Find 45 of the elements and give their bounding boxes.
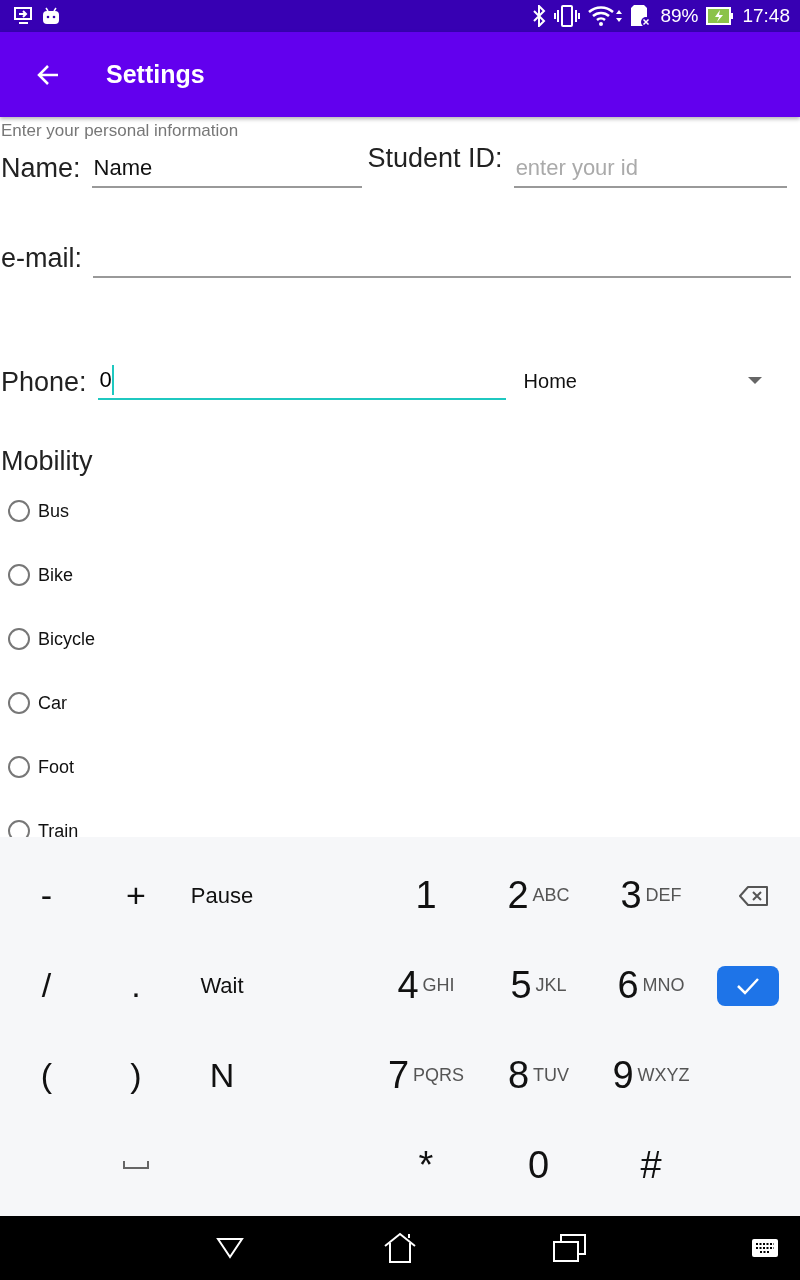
key[interactable]: * [370, 1130, 482, 1201]
key[interactable]: 1 [370, 860, 482, 931]
key[interactable]: Wait [179, 950, 265, 1021]
key[interactable]: # [595, 1130, 707, 1201]
field-label: Name: [1, 153, 81, 184]
cast-icon [14, 7, 34, 25]
key[interactable]: ( [0, 1040, 93, 1111]
key[interactable]: . [93, 950, 179, 1021]
phone-field[interactable]: 0 [97, 362, 506, 400]
check-icon [736, 976, 760, 995]
radio-option[interactable]: Bike [0, 543, 800, 607]
key[interactable]: ) [93, 1040, 179, 1111]
dropdown-arrow-icon [747, 377, 762, 385]
keyboard-button[interactable] [752, 1239, 778, 1257]
section-title: Mobility [1, 446, 93, 477]
wifi-icon [588, 5, 623, 27]
key[interactable]: N [179, 1040, 265, 1111]
student-id-field[interactable]: enter your id [513, 150, 787, 188]
space-icon [123, 1160, 149, 1171]
field-label: Student ID: [367, 143, 503, 174]
key[interactable]: Pause [179, 860, 265, 931]
key[interactable]: 0 [482, 1130, 595, 1201]
key[interactable]: + [93, 860, 179, 931]
backspace-icon [738, 884, 769, 907]
battery-percentage: 89% [660, 5, 699, 27]
recents-button[interactable] [553, 1233, 587, 1263]
radio-option[interactable]: Car [0, 671, 800, 735]
form-hint: Enter your personal information [1, 121, 239, 141]
done-key[interactable] [717, 965, 779, 1006]
battery-charging-icon [706, 7, 735, 25]
name-field[interactable]: Name [91, 150, 362, 188]
key[interactable]: / [0, 950, 93, 1021]
radio-option[interactable]: Bus [0, 479, 800, 543]
bluetooth-icon [532, 5, 547, 27]
radio-option[interactable]: Bicycle [0, 607, 800, 671]
phone-type-dropdown[interactable]: Home [519, 362, 782, 400]
radio-option[interactable]: Foot [0, 735, 800, 799]
home-button[interactable] [383, 1232, 417, 1264]
field-label: e-mail: [1, 243, 82, 274]
vibrate-icon [554, 5, 581, 27]
field-label: Phone: [1, 367, 87, 398]
screen-title: Settings [106, 60, 205, 89]
clock: 17:48 [742, 5, 790, 27]
back-nav-button[interactable] [216, 1237, 244, 1259]
key[interactable]: - [0, 860, 93, 931]
